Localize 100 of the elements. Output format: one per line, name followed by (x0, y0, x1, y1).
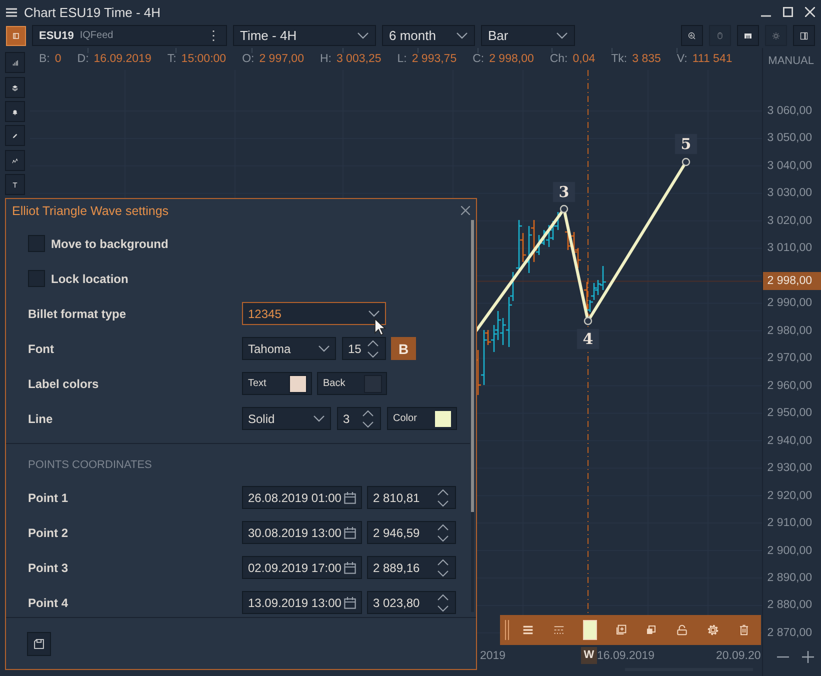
line-style-dropdown[interactable]: Solid (242, 407, 331, 430)
checkbox-label: Lock location (51, 272, 130, 286)
spinner-arrows-icon[interactable] (436, 592, 450, 612)
date-time-field[interactable]: 26.08.2019 01:00 (242, 486, 362, 509)
price-label: 2 870,00 (767, 626, 812, 640)
info-label: T: (167, 53, 176, 67)
price-label: 2 910,00 (767, 516, 812, 530)
price-label: 2 950,00 (767, 406, 812, 420)
sidebar-tool-button[interactable] (5, 101, 25, 122)
symbol-name: ESU19 (39, 30, 74, 42)
field-label: Line (28, 412, 54, 426)
dropdown[interactable]: Time - 4H (233, 25, 376, 46)
info-label: H: (320, 53, 332, 67)
chevron-down-icon (456, 32, 468, 40)
scale-mode-label[interactable]: MANUAL (768, 55, 814, 67)
price-label: 2 920,00 (767, 488, 812, 503)
info-value: 2 997,00 (259, 53, 304, 67)
close-icon[interactable] (461, 206, 470, 215)
info-label: Tk: (611, 53, 628, 67)
price-spinner[interactable]: 3 023,80 (367, 591, 456, 614)
section-heading: POINTS COORDINATES (28, 458, 153, 473)
font-size-spinner[interactable]: 15 (342, 337, 386, 360)
panel-toggle-button[interactable] (6, 26, 26, 46)
save-button[interactable] (27, 632, 51, 656)
data-feed-name: IQFeed (80, 30, 114, 41)
info-value: 2 993,75 (412, 53, 457, 67)
color-picker-button[interactable]: Color (387, 407, 457, 430)
color-picker-button[interactable]: Back (317, 372, 387, 395)
price-label: 2 890,00 (767, 570, 812, 585)
dropdown[interactable]: Bar (481, 25, 575, 46)
price-label: 3 010,00 (767, 241, 812, 256)
calendar-icon[interactable] (344, 562, 356, 574)
info-label: Ch: (550, 53, 568, 67)
price-label: 3 030,00 (767, 186, 812, 200)
info-label: D: (77, 53, 89, 67)
color-picker-button[interactable]: Text (242, 372, 312, 395)
price-label: 3 020,00 (767, 214, 812, 228)
symbol-field[interactable]: ESU19 IQFeed ⋮ (32, 25, 227, 46)
spinner-arrows-icon[interactable] (366, 338, 380, 358)
line-width-spinner[interactable]: 3 (337, 407, 381, 430)
font-dropdown[interactable]: Tahoma (242, 337, 336, 360)
menu-icon[interactable] (6, 8, 17, 16)
wave-point-label: 4 (577, 329, 599, 349)
date-label: 16.09.2019 (597, 649, 655, 663)
spinner-arrows-icon[interactable] (436, 522, 450, 542)
scrollbar[interactable] (471, 220, 474, 612)
price-label: 2 960,00 (767, 378, 812, 393)
bold-toggle-button[interactable]: B (391, 337, 416, 360)
current-price-tag: 2 998,00 (763, 272, 821, 290)
calendar-icon[interactable] (344, 596, 356, 608)
toolbar-button[interactable] (737, 25, 759, 46)
price-label: 2 930,00 (767, 461, 812, 476)
more-menu-button[interactable]: ⋮ (207, 28, 220, 43)
calendar-icon[interactable] (344, 526, 356, 538)
field-label: Point 3 (28, 560, 70, 574)
date-time-field[interactable]: 13.09.2019 13:00 (242, 591, 362, 614)
calendar-icon[interactable] (344, 492, 356, 504)
zoom-in-icon[interactable] (802, 651, 814, 663)
price-spinner[interactable]: 2 810,81 (367, 486, 456, 509)
date-label: 2019 (480, 649, 506, 663)
date-time-field[interactable]: 02.09.2019 17:00 (242, 556, 362, 579)
wave-point-label: 3 (553, 182, 575, 202)
toolbar-button[interactable] (793, 25, 815, 46)
spinner-arrows-icon[interactable] (361, 408, 375, 428)
price-label: 2 970,00 (767, 351, 812, 366)
price-label: 2 880,00 (767, 598, 812, 612)
info-value: 111 541 (692, 53, 732, 67)
info-value: 16.09.2019 (94, 53, 152, 67)
toolbar-button[interactable] (681, 25, 703, 46)
sidebar-tool-button[interactable] (5, 77, 25, 98)
date-time-field[interactable]: 30.08.2019 13:00 (242, 521, 362, 544)
spinner-arrows-icon[interactable] (436, 488, 450, 508)
checkbox-label: Move to background (51, 236, 170, 250)
info-value: 3 835 (632, 53, 661, 67)
chevron-down-icon (556, 32, 568, 40)
info-label: V: (676, 53, 688, 67)
grip-icon[interactable] (505, 620, 509, 640)
format-dropdown[interactable]: 12345 (242, 302, 386, 325)
checkbox[interactable] (28, 235, 45, 252)
checkbox[interactable] (28, 270, 45, 287)
price-label: 2 900,00 (767, 544, 812, 558)
dropdown[interactable]: 6 month (382, 25, 475, 46)
field-label: Point 2 (28, 526, 70, 540)
price-spinner[interactable]: 2 889,16 (367, 556, 456, 579)
spinner-arrows-icon[interactable] (436, 558, 450, 578)
save-icon (34, 638, 44, 650)
chevron-down-icon (368, 310, 380, 318)
price-label: 3 050,00 (767, 131, 812, 146)
info-value: 2 998,00 (489, 53, 534, 67)
wave-line[interactable] (474, 158, 690, 332)
price-label: 2 940,00 (767, 434, 812, 448)
field-label: Point 1 (28, 490, 70, 504)
field-label: Billet format type (28, 306, 128, 320)
field-label: Font (28, 342, 55, 356)
price-spinner[interactable]: 2 946,59 (367, 521, 456, 544)
price-label: 2 990,00 (767, 296, 812, 310)
info-value: 15:00:00 (181, 53, 226, 67)
price-label: 3 040,00 (767, 158, 812, 173)
field-label: Point 4 (28, 596, 70, 610)
maximize-icon[interactable] (783, 7, 793, 17)
